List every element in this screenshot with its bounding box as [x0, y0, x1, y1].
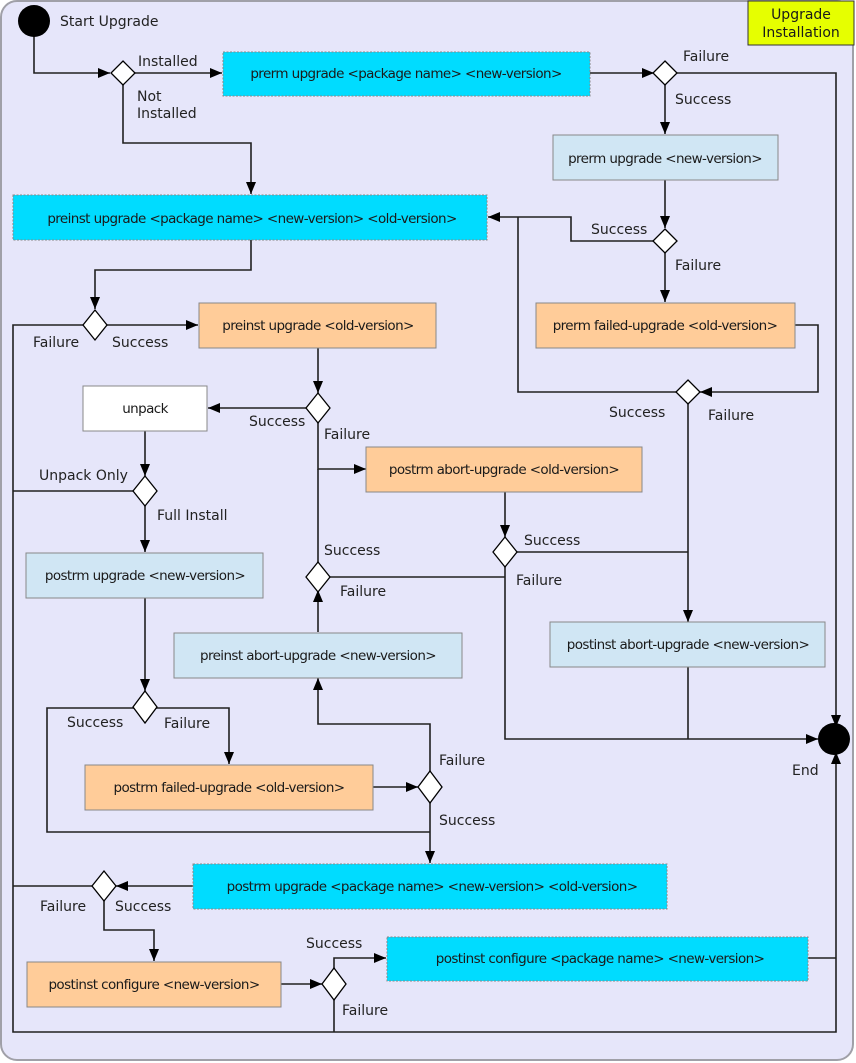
label-success: Success	[524, 533, 580, 549]
svg-text:prerm upgrade <package name> <: prerm upgrade <package name> <new-versio…	[250, 66, 561, 82]
label-failure: Failure	[683, 49, 729, 65]
upgrade-installation-diagram: Upgrade Installation prerm upgrade <pack…	[0, 0, 855, 1061]
label-failure: Failure	[164, 716, 210, 732]
label-success: Success	[306, 936, 362, 952]
svg-text:preinst upgrade <package name>: preinst upgrade <package name> <new-vers…	[47, 211, 456, 227]
title-line-2: Installation	[762, 25, 840, 41]
label-success: Success	[249, 414, 305, 430]
svg-text:prerm upgrade <new-version>: prerm upgrade <new-version>	[568, 151, 762, 167]
start-node	[18, 5, 50, 37]
label-failure: Failure	[40, 899, 86, 915]
label-failure: Failure	[708, 408, 754, 424]
svg-text:postinst abort-upgrade <new-ve: postinst abort-upgrade <new-version>	[567, 637, 809, 653]
label-success: Success	[591, 222, 647, 238]
node-unpack: unpack	[82, 385, 208, 432]
node-preinst-upgrade-package: preinst upgrade <package name> <new-vers…	[12, 194, 488, 241]
svg-text:postrm failed-upgrade <old-ver: postrm failed-upgrade <old-version>	[113, 780, 344, 796]
node-prerm-failed-upgrade: prerm failed-upgrade <old-version>	[535, 302, 796, 349]
node-postinst-abort-upgrade: postinst abort-upgrade <new-version>	[549, 621, 826, 668]
label-success: Success	[609, 405, 665, 421]
node-prerm-upgrade-new-version: prerm upgrade <new-version>	[552, 134, 779, 181]
label-installed: Installed	[138, 54, 198, 70]
label-failure: Failure	[33, 335, 79, 351]
label-full-install: Full Install	[157, 508, 228, 524]
diagram-title-box: Upgrade Installation	[747, 0, 855, 46]
label-not-installed-1: Not	[137, 89, 162, 105]
label-failure: Failure	[324, 427, 370, 443]
label-unpack-only: Unpack Only	[39, 468, 128, 484]
end-node	[818, 723, 850, 755]
svg-text:postrm upgrade <package name>: postrm upgrade <package name> <new-versi…	[227, 879, 638, 895]
node-preinst-abort-upgrade: preinst abort-upgrade <new-version>	[173, 632, 463, 679]
label-failure: Failure	[675, 258, 721, 274]
node-postrm-upgrade-package: postrm upgrade <package name> <new-versi…	[192, 863, 668, 910]
label-success: Success	[112, 335, 168, 351]
svg-text:preinst upgrade <old-version>: preinst upgrade <old-version>	[222, 318, 414, 334]
svg-text:postrm abort-upgrade <old-vers: postrm abort-upgrade <old-version>	[389, 462, 619, 478]
node-postinst-configure-new-version: postinst configure <new-version>	[26, 961, 282, 1008]
svg-text:unpack: unpack	[122, 401, 168, 417]
node-postrm-abort-upgrade: postrm abort-upgrade <old-version>	[365, 446, 643, 493]
node-postrm-failed-upgrade: postrm failed-upgrade <old-version>	[84, 764, 374, 811]
svg-text:preinst abort-upgrade <new-ver: preinst abort-upgrade <new-version>	[200, 648, 436, 664]
node-prerm-upgrade-package: prerm upgrade <package name> <new-versio…	[222, 51, 591, 97]
svg-text:postinst configure <new-versio: postinst configure <new-version>	[48, 977, 259, 993]
svg-text:prerm failed-upgrade <old-vers: prerm failed-upgrade <old-version>	[553, 318, 778, 334]
label-success: Success	[115, 899, 171, 915]
label-success: Success	[67, 715, 123, 731]
node-postinst-configure-package: postinst configure <package name> <new-v…	[386, 936, 809, 982]
label-failure: Failure	[340, 584, 386, 600]
title-line-1: Upgrade	[771, 7, 831, 23]
label-success: Success	[675, 92, 731, 108]
svg-text:postinst configure <package na: postinst configure <package name> <new-v…	[436, 951, 765, 967]
node-postrm-upgrade-new-version: postrm upgrade <new-version>	[25, 552, 264, 599]
start-label: Start Upgrade	[60, 14, 159, 30]
label-success: Success	[439, 813, 495, 829]
end-label: End	[792, 763, 819, 779]
label-not-installed-2: Installed	[137, 106, 197, 122]
label-failure: Failure	[342, 1003, 388, 1019]
node-preinst-upgrade-old-version: preinst upgrade <old-version>	[198, 302, 437, 349]
label-failure: Failure	[439, 753, 485, 769]
label-failure: Failure	[516, 573, 562, 589]
svg-text:postrm upgrade <new-version>: postrm upgrade <new-version>	[45, 568, 245, 584]
label-success: Success	[324, 543, 380, 559]
